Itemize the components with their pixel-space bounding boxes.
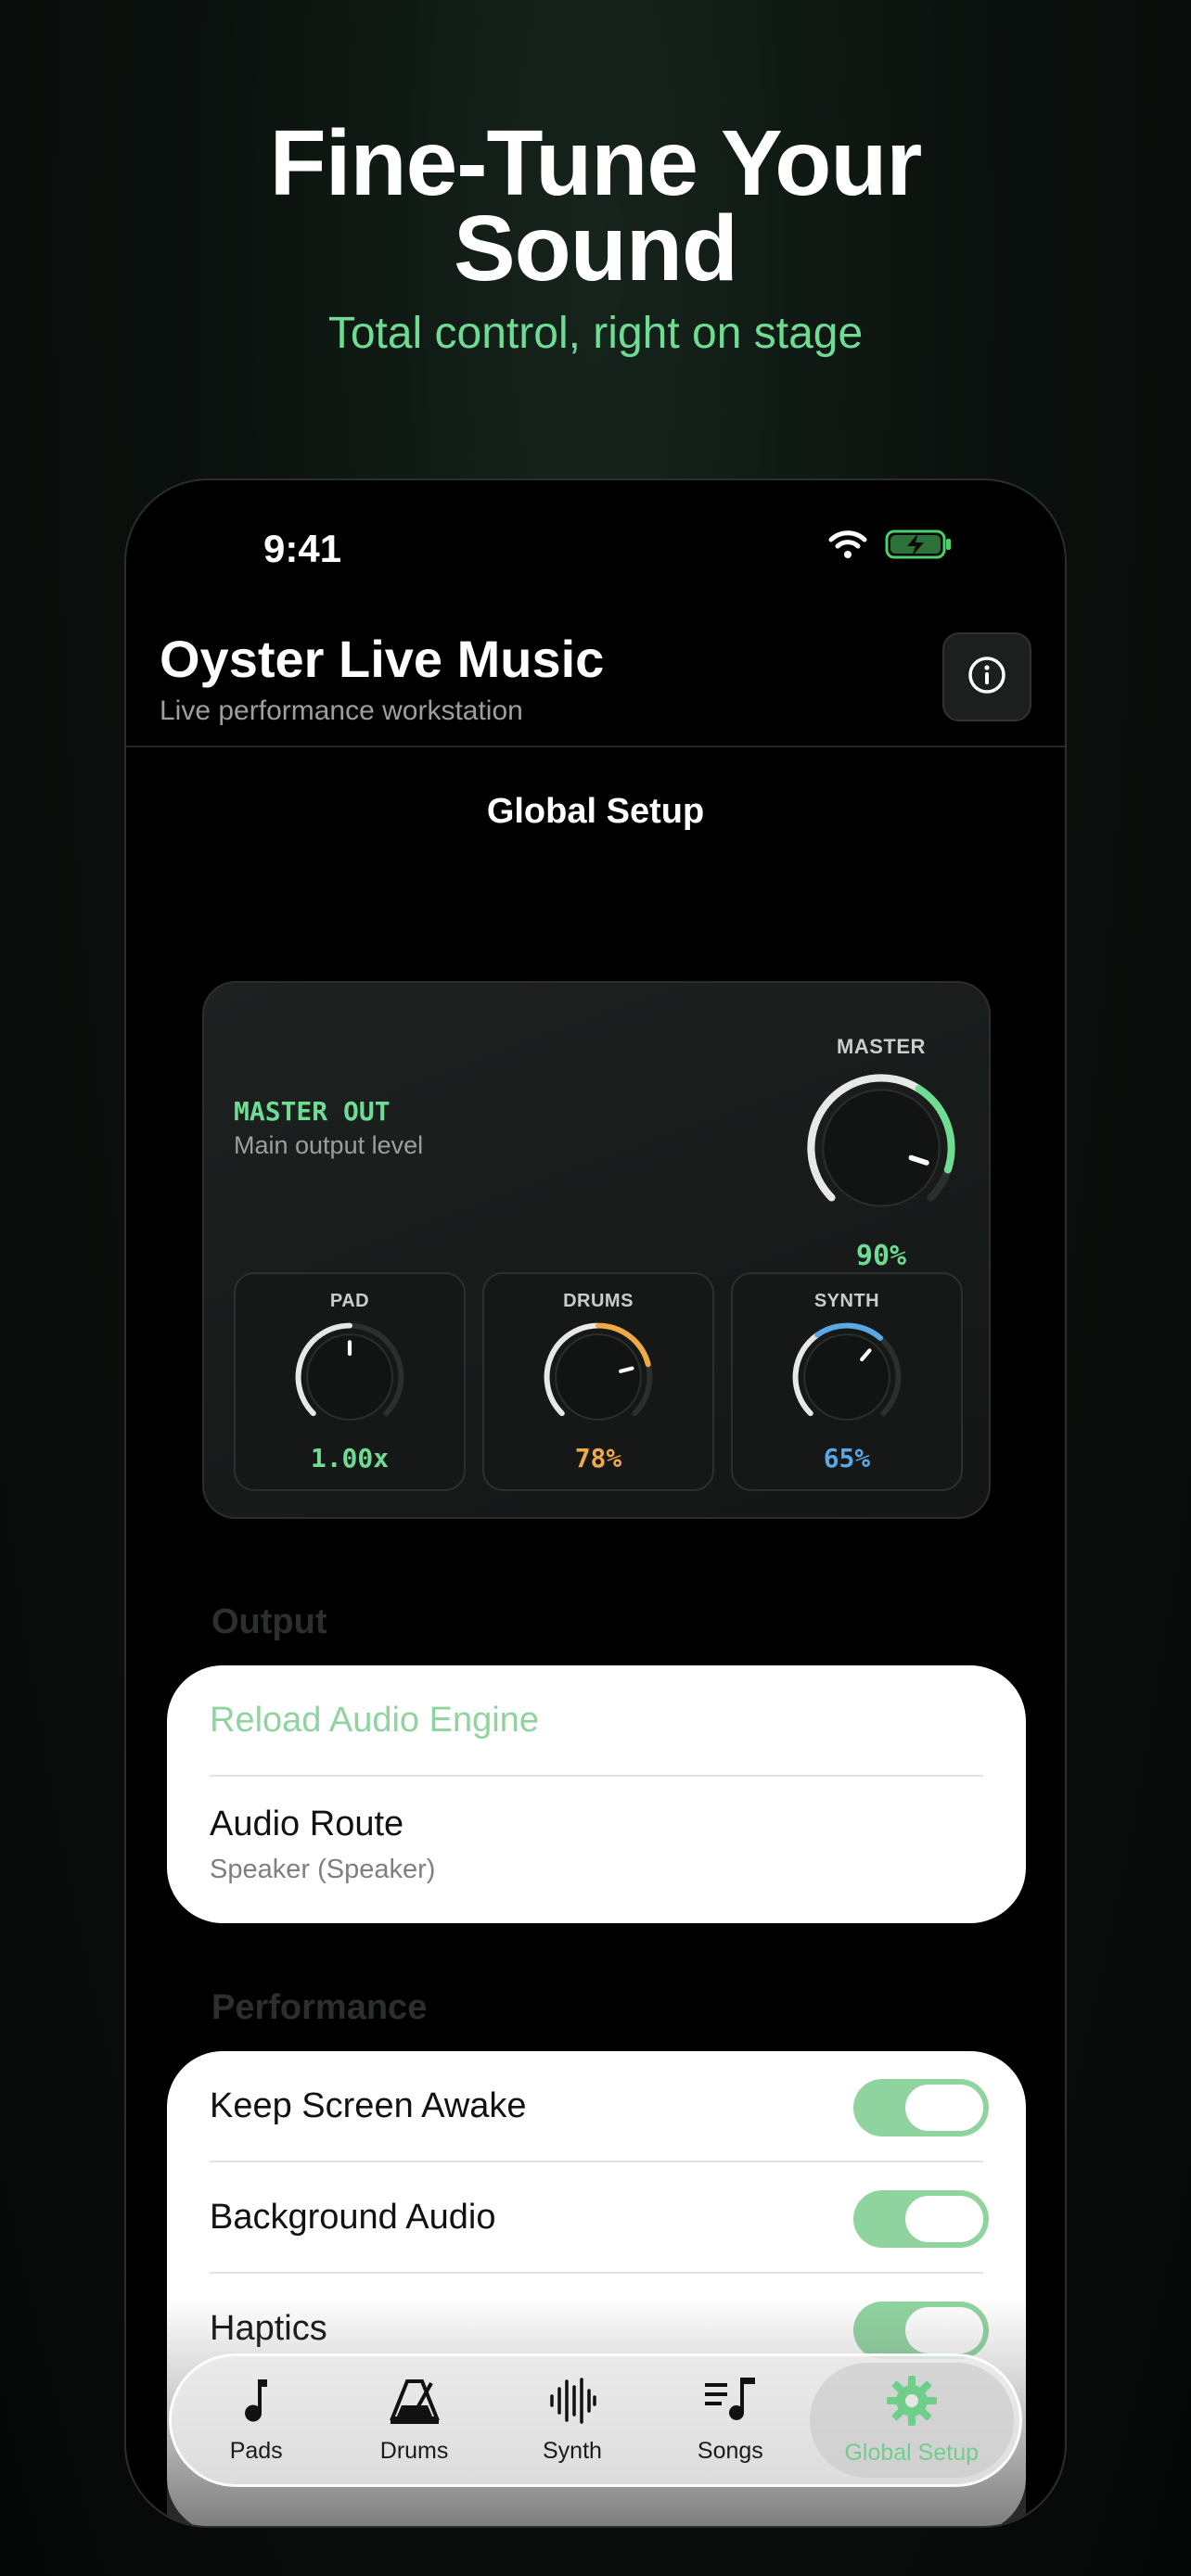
tab-global-setup[interactable]: Global Setup	[809, 2363, 1014, 2478]
master-knob[interactable]	[798, 1065, 965, 1231]
mixer-description: Main output level	[234, 1131, 424, 1159]
synth-caption: SYNTH	[813, 1291, 880, 1311]
output-card: Reload Audio Engine Audio Route Speaker …	[167, 1665, 1026, 1923]
info-icon	[967, 655, 1007, 700]
toggle-thumb	[905, 2307, 983, 2353]
background-audio-label: Background Audio	[210, 2198, 496, 2237]
tab-bar: Pads Drums Synth Songs Global Setup	[169, 2353, 1022, 2487]
drums-caption: DRUMS	[563, 1291, 634, 1311]
battery-charging-icon	[885, 529, 954, 565]
knob-body	[822, 1089, 941, 1207]
haptics-label: Haptics	[210, 2309, 327, 2348]
pad-value: 1.00x	[310, 1443, 390, 1473]
tab-songs-label: Songs	[697, 2438, 763, 2464]
keep-screen-awake-label: Keep Screen Awake	[210, 2086, 527, 2125]
hero-headline: Fine-Tune Your Sound	[0, 111, 1191, 300]
channel-synth: SYNTH 65%	[731, 1272, 963, 1491]
channel-drums: DRUMS 78%	[482, 1272, 714, 1491]
section-header-performance: Performance	[211, 1988, 428, 2027]
gear-icon	[885, 2374, 939, 2432]
headline-line-1: Fine-Tune Your	[269, 111, 923, 215]
metronome-icon	[387, 2376, 442, 2430]
channel-pad: PAD 1.00x	[234, 1272, 466, 1491]
master-mixer-card: MASTER OUT Main output level MASTER 90% …	[202, 981, 991, 1519]
waveform-icon	[547, 2376, 597, 2430]
tab-songs[interactable]: Songs	[651, 2363, 809, 2478]
keep-screen-awake-toggle[interactable]	[853, 2079, 989, 2136]
toggle-thumb	[905, 2196, 983, 2242]
audio-route-value: Speaker (Speaker)	[210, 1855, 436, 1884]
background-audio-row: Background Audio	[210, 2162, 989, 2274]
music-note-icon	[236, 2376, 276, 2430]
audio-route-label: Audio Route	[210, 1804, 404, 1843]
mixer-label: MASTER OUT	[234, 1096, 391, 1127]
app-subtitle: Live performance workstation	[160, 695, 523, 726]
page-title: Global Setup	[486, 792, 705, 831]
reload-audio-engine-label: Reload Audio Engine	[210, 1701, 539, 1740]
hero-subheadline: Total control, right on stage	[327, 309, 864, 358]
tab-synth-label: Synth	[543, 2438, 602, 2464]
tab-pads[interactable]: Pads	[177, 2363, 335, 2478]
keep-screen-awake-row: Keep Screen Awake	[210, 2051, 989, 2162]
header-divider	[126, 746, 1065, 747]
haptics-toggle[interactable]	[853, 2302, 989, 2359]
status-time: 9:41	[263, 527, 342, 570]
status-icons	[827, 529, 954, 565]
synth-value: 65%	[823, 1443, 871, 1473]
knob-body	[803, 1333, 890, 1421]
tab-drums[interactable]: Drums	[336, 2363, 493, 2478]
pad-caption: PAD	[329, 1291, 370, 1311]
drums-value: 78%	[574, 1443, 622, 1473]
wifi-icon	[827, 529, 868, 565]
audio-route-row[interactable]: Audio Route Speaker (Speaker)	[210, 1777, 983, 1923]
knob-body	[555, 1333, 642, 1421]
music-list-icon	[703, 2376, 757, 2430]
master-caption: MASTER	[837, 1035, 926, 1058]
tab-global-setup-label: Global Setup	[844, 2440, 980, 2466]
tab-drums-label: Drums	[379, 2438, 449, 2464]
drums-knob[interactable]	[537, 1316, 660, 1438]
info-button[interactable]	[942, 632, 1031, 721]
headline-line-2: Sound	[453, 197, 738, 300]
synth-knob[interactable]	[786, 1316, 908, 1438]
master-knob-group: MASTER 90%	[798, 1035, 965, 1272]
app-title: Oyster Live Music	[160, 630, 605, 688]
pad-knob[interactable]	[288, 1316, 411, 1438]
phone-screen: 9:41 Oyster Live Music Live performance …	[124, 478, 1067, 2528]
tab-pads-label: Pads	[229, 2438, 283, 2464]
reload-audio-engine-row[interactable]: Reload Audio Engine	[210, 1665, 983, 1777]
master-value: 90%	[855, 1240, 907, 1272]
section-header-output: Output	[211, 1602, 327, 1641]
toggle-thumb	[905, 2085, 983, 2131]
background-audio-toggle[interactable]	[853, 2190, 989, 2248]
tab-synth[interactable]: Synth	[493, 2363, 651, 2478]
